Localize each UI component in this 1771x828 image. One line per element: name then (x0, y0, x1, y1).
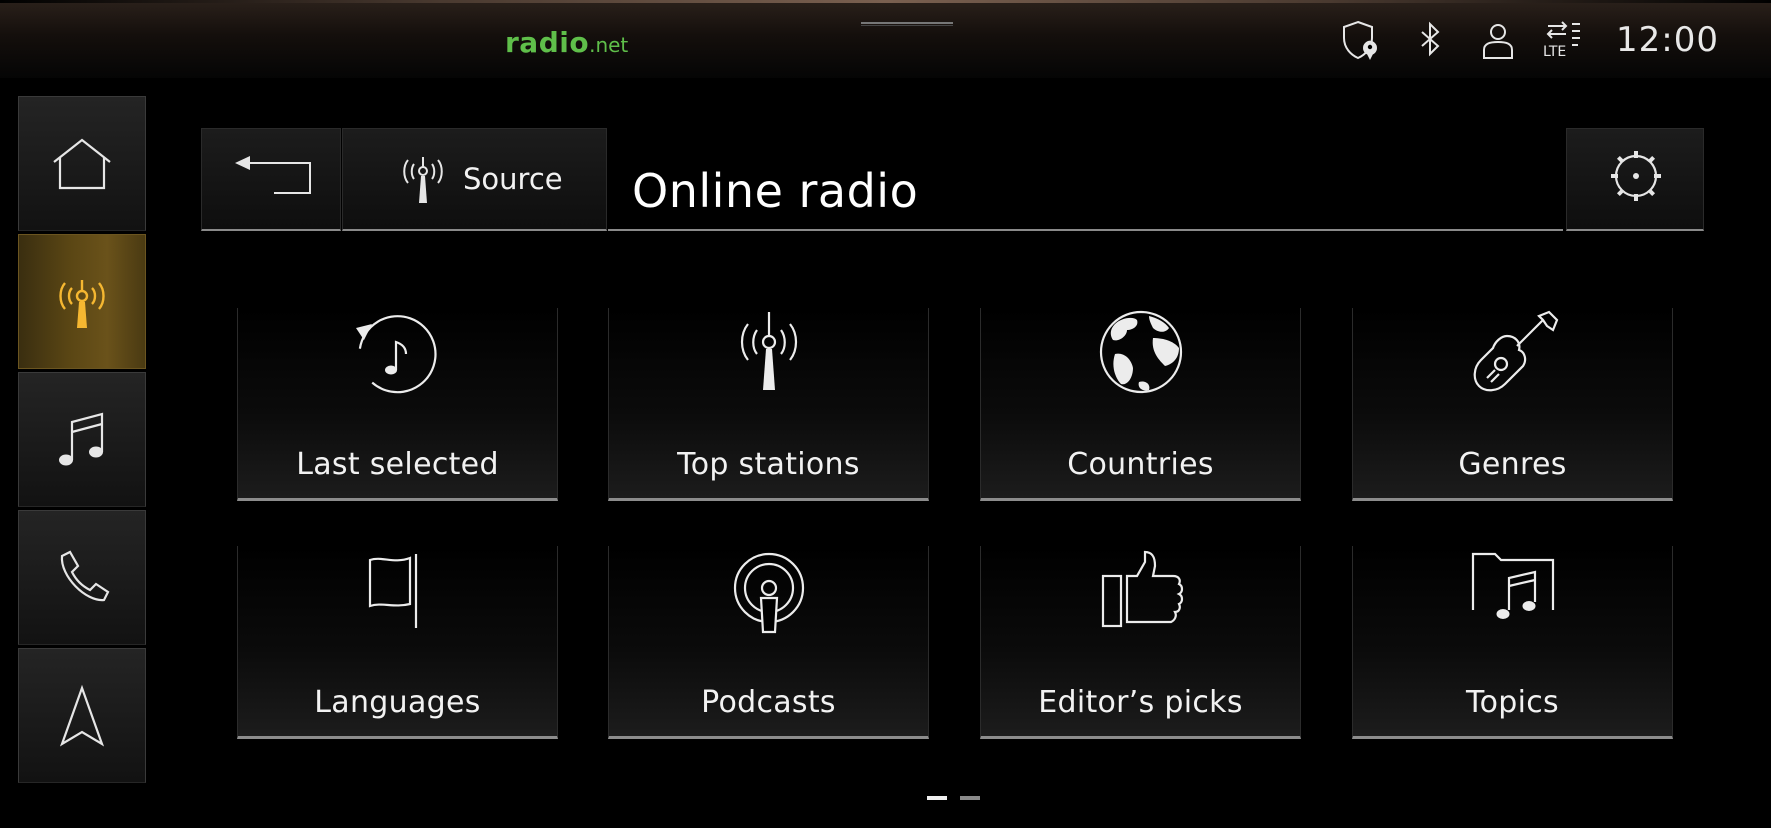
clock: 12:00 (1616, 20, 1719, 60)
tile-countries[interactable]: Countries (980, 308, 1301, 501)
main-sidebar (18, 96, 146, 783)
radio-antenna-icon (59, 279, 105, 328)
page-dot-2[interactable] (960, 796, 980, 800)
source-label: Source (463, 162, 563, 196)
tile-label: Genres (1458, 447, 1567, 482)
tile-top-stations[interactable]: Top stations (608, 308, 929, 501)
page-title: Online radio (632, 164, 919, 218)
sidebar-item-phone[interactable] (18, 510, 146, 645)
tile-label: Podcasts (701, 685, 836, 720)
podcast-icon (733, 552, 804, 634)
guitar-icon (1473, 310, 1558, 392)
navigation-arrow-icon (59, 684, 105, 747)
tile-label: Top stations (677, 447, 860, 482)
radio-antenna-icon (403, 157, 443, 203)
tile-label: Editor’s picks (1038, 685, 1243, 720)
shield-location-icon[interactable] (1338, 18, 1382, 62)
network-label: LTE (1543, 44, 1567, 60)
back-arrow-icon (235, 156, 311, 194)
tile-topics[interactable]: Topics (1352, 546, 1673, 739)
bluetooth-icon[interactable] (1408, 18, 1452, 62)
title-bar: Online radio (608, 128, 1563, 231)
tile-label: Topics (1466, 685, 1559, 720)
tile-label: Countries (1067, 447, 1214, 482)
recent-music-icon (355, 315, 437, 394)
page-dot-1[interactable] (927, 796, 947, 800)
back-button[interactable] (201, 128, 341, 231)
tile-languages[interactable]: Languages (237, 546, 558, 739)
tile-editors-picks[interactable]: Editor’s picks (980, 546, 1301, 739)
music-folder-icon (1471, 552, 1554, 619)
flag-icon (368, 554, 417, 628)
radio-net-logo: radio .net (505, 26, 628, 62)
sidebar-item-home[interactable] (18, 96, 146, 231)
user-profile-icon[interactable] (1476, 18, 1520, 62)
settings-button[interactable] (1566, 128, 1704, 231)
logo-main-text: radio (505, 26, 590, 59)
status-bar: radio .net LTE 12:00 (0, 0, 1771, 78)
music-note-icon (59, 412, 104, 465)
sidebar-item-navigation[interactable] (18, 648, 146, 783)
globe-icon (1099, 310, 1182, 394)
drag-handle[interactable] (861, 22, 953, 26)
logo-suffix-text: .net (589, 33, 629, 57)
sidebar-item-radio[interactable] (18, 234, 146, 369)
tile-podcasts[interactable]: Podcasts (608, 546, 929, 739)
tile-label: Last selected (296, 447, 499, 482)
sidebar-item-media[interactable] (18, 372, 146, 507)
tile-label: Languages (314, 685, 481, 720)
tile-genres[interactable]: Genres (1352, 308, 1673, 501)
source-button[interactable]: Source (342, 128, 607, 231)
tile-last-selected[interactable]: Last selected (237, 308, 558, 501)
gear-icon (1611, 151, 1661, 201)
home-icon (53, 138, 111, 189)
phone-icon (60, 550, 110, 601)
radio-tower-icon (740, 312, 797, 390)
thumbs-up-icon (1101, 550, 1183, 628)
